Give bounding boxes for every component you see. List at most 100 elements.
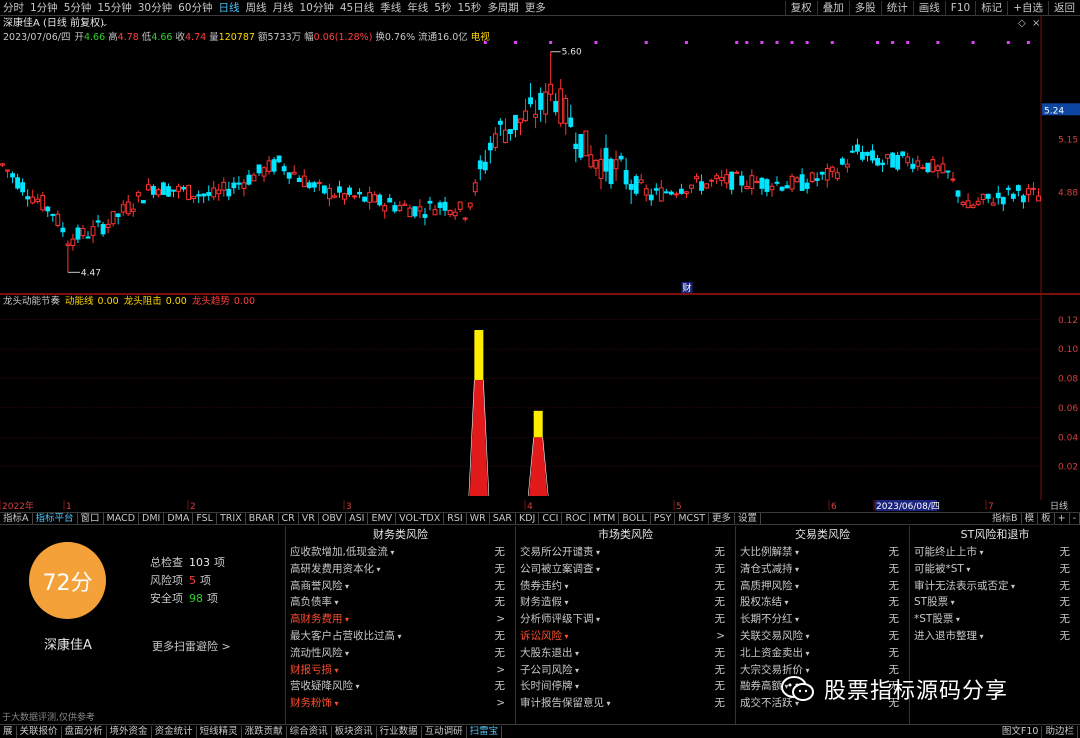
- nav-tab-11[interactable]: 扫雷宝: [467, 725, 503, 738]
- tool-button-8[interactable]: 返回: [1048, 1, 1080, 15]
- more-scan-link[interactable]: 更多扫雷避险 >: [152, 638, 231, 654]
- period-tab-6[interactable]: 日线: [216, 0, 243, 15]
- indicator-tab-15[interactable]: RSI: [444, 513, 467, 524]
- risk-item[interactable]: 可能终止上市 ▾ 无: [910, 544, 1080, 561]
- nav-right-0[interactable]: 图文F10: [999, 725, 1043, 738]
- indicator-tab-5[interactable]: DMA: [164, 513, 194, 524]
- indicator-tab-22[interactable]: BOLL: [619, 513, 651, 524]
- nav-tab-8[interactable]: 板块资讯: [332, 725, 377, 738]
- indicator-tab-21[interactable]: MTM: [590, 513, 620, 524]
- indicator-right-tab-1[interactable]: 模: [1022, 513, 1039, 524]
- indicator-right-tab-2[interactable]: 板: [1038, 513, 1055, 524]
- risk-item[interactable]: 可能被*ST ▾ 无: [910, 561, 1080, 578]
- risk-item[interactable]: 审计报告保留意见 ▾ 无: [516, 695, 735, 712]
- risk-item[interactable]: 子公司风险 ▾ 无: [516, 662, 735, 679]
- risk-item[interactable]: 分析师评级下调 ▾ 无: [516, 611, 735, 628]
- indicator-tab-2[interactable]: 窗口: [78, 513, 104, 524]
- period-tab-3[interactable]: 15分钟: [94, 0, 134, 15]
- risk-item[interactable]: 进入退市整理 ▾ 无: [910, 628, 1080, 645]
- indicator-tab-11[interactable]: OBV: [319, 513, 347, 524]
- tool-button-7[interactable]: +自选: [1007, 1, 1048, 15]
- indicator-tab-16[interactable]: WR: [467, 513, 490, 524]
- indicator-tab-8[interactable]: BRAR: [246, 513, 279, 524]
- tool-button-4[interactable]: 画线: [912, 1, 945, 15]
- risk-item[interactable]: 应收款增加,低现金流 ▾ 无: [286, 544, 515, 561]
- tool-button-0[interactable]: 复权: [784, 1, 817, 15]
- risk-item[interactable]: 诉讼风险 ▾ >: [516, 628, 735, 645]
- risk-item[interactable]: 大比例解禁 ▾ 无: [736, 544, 909, 561]
- indicator-tab-10[interactable]: VR: [299, 513, 319, 524]
- period-tab-16[interactable]: 更多: [522, 0, 549, 15]
- risk-item[interactable]: 交易所公开谴责 ▾ 无: [516, 544, 735, 561]
- risk-item[interactable]: 关联交易风险 ▾ 无: [736, 628, 909, 645]
- indicator-tab-13[interactable]: EMV: [368, 513, 397, 524]
- indicator-tab-12[interactable]: ASI: [346, 513, 369, 524]
- risk-item[interactable]: 最大客户占营收比过高 ▾ 无: [286, 628, 515, 645]
- indicator-chart[interactable]: 龙头动能节奏 动能线 0.00 龙头阻击 0.00 龙头趋势 0.00 0.120.100.…: [0, 294, 1080, 500]
- indicator-tab-7[interactable]: TRIX: [217, 513, 246, 524]
- nav-right-1[interactable]: 助边栏: [1042, 725, 1078, 738]
- indicator-tab-14[interactable]: VOL-TDX: [396, 513, 445, 524]
- nav-tab-2[interactable]: 盘面分析: [62, 725, 107, 738]
- indicator-tab-1[interactable]: 指标平台: [33, 513, 78, 524]
- tool-button-2[interactable]: 多股: [848, 1, 881, 15]
- period-tab-15[interactable]: 多周期: [484, 0, 522, 15]
- nav-tab-5[interactable]: 短线精灵: [197, 725, 242, 738]
- risk-item[interactable]: 财报亏损 ▾ >: [286, 662, 515, 679]
- nav-tab-6[interactable]: 涨跌贡献: [242, 725, 287, 738]
- period-tab-1[interactable]: 1分钟: [27, 0, 61, 15]
- risk-item[interactable]: *ST股票 ▾ 无: [910, 611, 1080, 628]
- period-tab-8[interactable]: 月线: [270, 0, 297, 15]
- indicator-tab-4[interactable]: DMI: [139, 513, 165, 524]
- risk-item[interactable]: ST股票 ▾ 无: [910, 594, 1080, 611]
- period-tab-14[interactable]: 15秒: [454, 0, 484, 15]
- period-tab-12[interactable]: 年线: [404, 0, 431, 15]
- risk-item[interactable]: 高商誉风险 ▾ 无: [286, 578, 515, 595]
- risk-item[interactable]: 高质押风险 ▾ 无: [736, 578, 909, 595]
- period-tab-5[interactable]: 60分钟: [175, 0, 215, 15]
- nav-tab-9[interactable]: 行业数据: [377, 725, 422, 738]
- nav-tab-3[interactable]: 境外资金: [107, 725, 152, 738]
- indicator-tab-20[interactable]: ROC: [562, 513, 591, 524]
- chevron-down-icon[interactable]: ⌄: [101, 19, 109, 29]
- nav-tab-1[interactable]: 关联报价: [17, 725, 62, 738]
- risk-item[interactable]: 营收疑降风险 ▾ 无: [286, 678, 515, 695]
- risk-item[interactable]: 大股东退出 ▾ 无: [516, 645, 735, 662]
- indicator-right-tab-0[interactable]: 指标B: [989, 513, 1022, 524]
- nav-tab-7[interactable]: 综合资讯: [287, 725, 332, 738]
- risk-item[interactable]: 高财务费用 ▾ >: [286, 611, 515, 628]
- tool-button-1[interactable]: 叠加: [816, 1, 849, 15]
- indicator-tab-26[interactable]: 设置: [735, 513, 762, 524]
- indicator-tab-23[interactable]: PSY: [651, 513, 676, 524]
- indicator-tab-25[interactable]: 更多: [709, 513, 736, 524]
- period-tab-9[interactable]: 10分钟: [297, 0, 337, 15]
- diamond-icon[interactable]: ◇: [1018, 18, 1026, 29]
- risk-item[interactable]: 北上资金卖出 ▾ 无: [736, 645, 909, 662]
- period-tab-13[interactable]: 5秒: [431, 0, 454, 15]
- indicator-tab-6[interactable]: FSL: [193, 513, 217, 524]
- period-tab-0[interactable]: 分时: [0, 0, 27, 15]
- indicator-tab-19[interactable]: CCI: [539, 513, 563, 524]
- risk-item[interactable]: 高负债率 ▾ 无: [286, 594, 515, 611]
- period-tab-10[interactable]: 45日线: [337, 0, 377, 15]
- tool-button-6[interactable]: 标记: [975, 1, 1007, 15]
- indicator-tab-24[interactable]: MCST: [675, 513, 710, 524]
- indicator-tab-9[interactable]: CR: [279, 513, 299, 524]
- indicator-tab-0[interactable]: 指标A: [0, 513, 33, 524]
- risk-item[interactable]: 财务造假 ▾ 无: [516, 594, 735, 611]
- kline-chart[interactable]: 深康佳A (日线 前复权) ⌄ 2023/07/06/四 开4.66 高4.78 低4…: [0, 16, 1080, 294]
- period-tab-4[interactable]: 30分钟: [135, 0, 175, 15]
- risk-item[interactable]: 财务粉饰 ▾ >: [286, 695, 515, 712]
- nav-tab-4[interactable]: 资金统计: [152, 725, 197, 738]
- nav-tab-10[interactable]: 互动调研: [422, 725, 467, 738]
- indicator-right-tab-3[interactable]: +: [1055, 513, 1070, 524]
- tool-button-3[interactable]: 统计: [880, 1, 913, 15]
- period-tab-11[interactable]: 季线: [377, 0, 404, 15]
- risk-item[interactable]: 清仓式减持 ▾ 无: [736, 561, 909, 578]
- risk-item[interactable]: 长时间停牌 ▾ 无: [516, 678, 735, 695]
- risk-item[interactable]: 长期不分红 ▾ 无: [736, 611, 909, 628]
- tool-button-5[interactable]: F10: [944, 1, 975, 15]
- indicator-tab-17[interactable]: SAR: [490, 513, 517, 524]
- risk-item[interactable]: 公司被立案调查 ▾ 无: [516, 561, 735, 578]
- indicator-tab-18[interactable]: KDJ: [516, 513, 540, 524]
